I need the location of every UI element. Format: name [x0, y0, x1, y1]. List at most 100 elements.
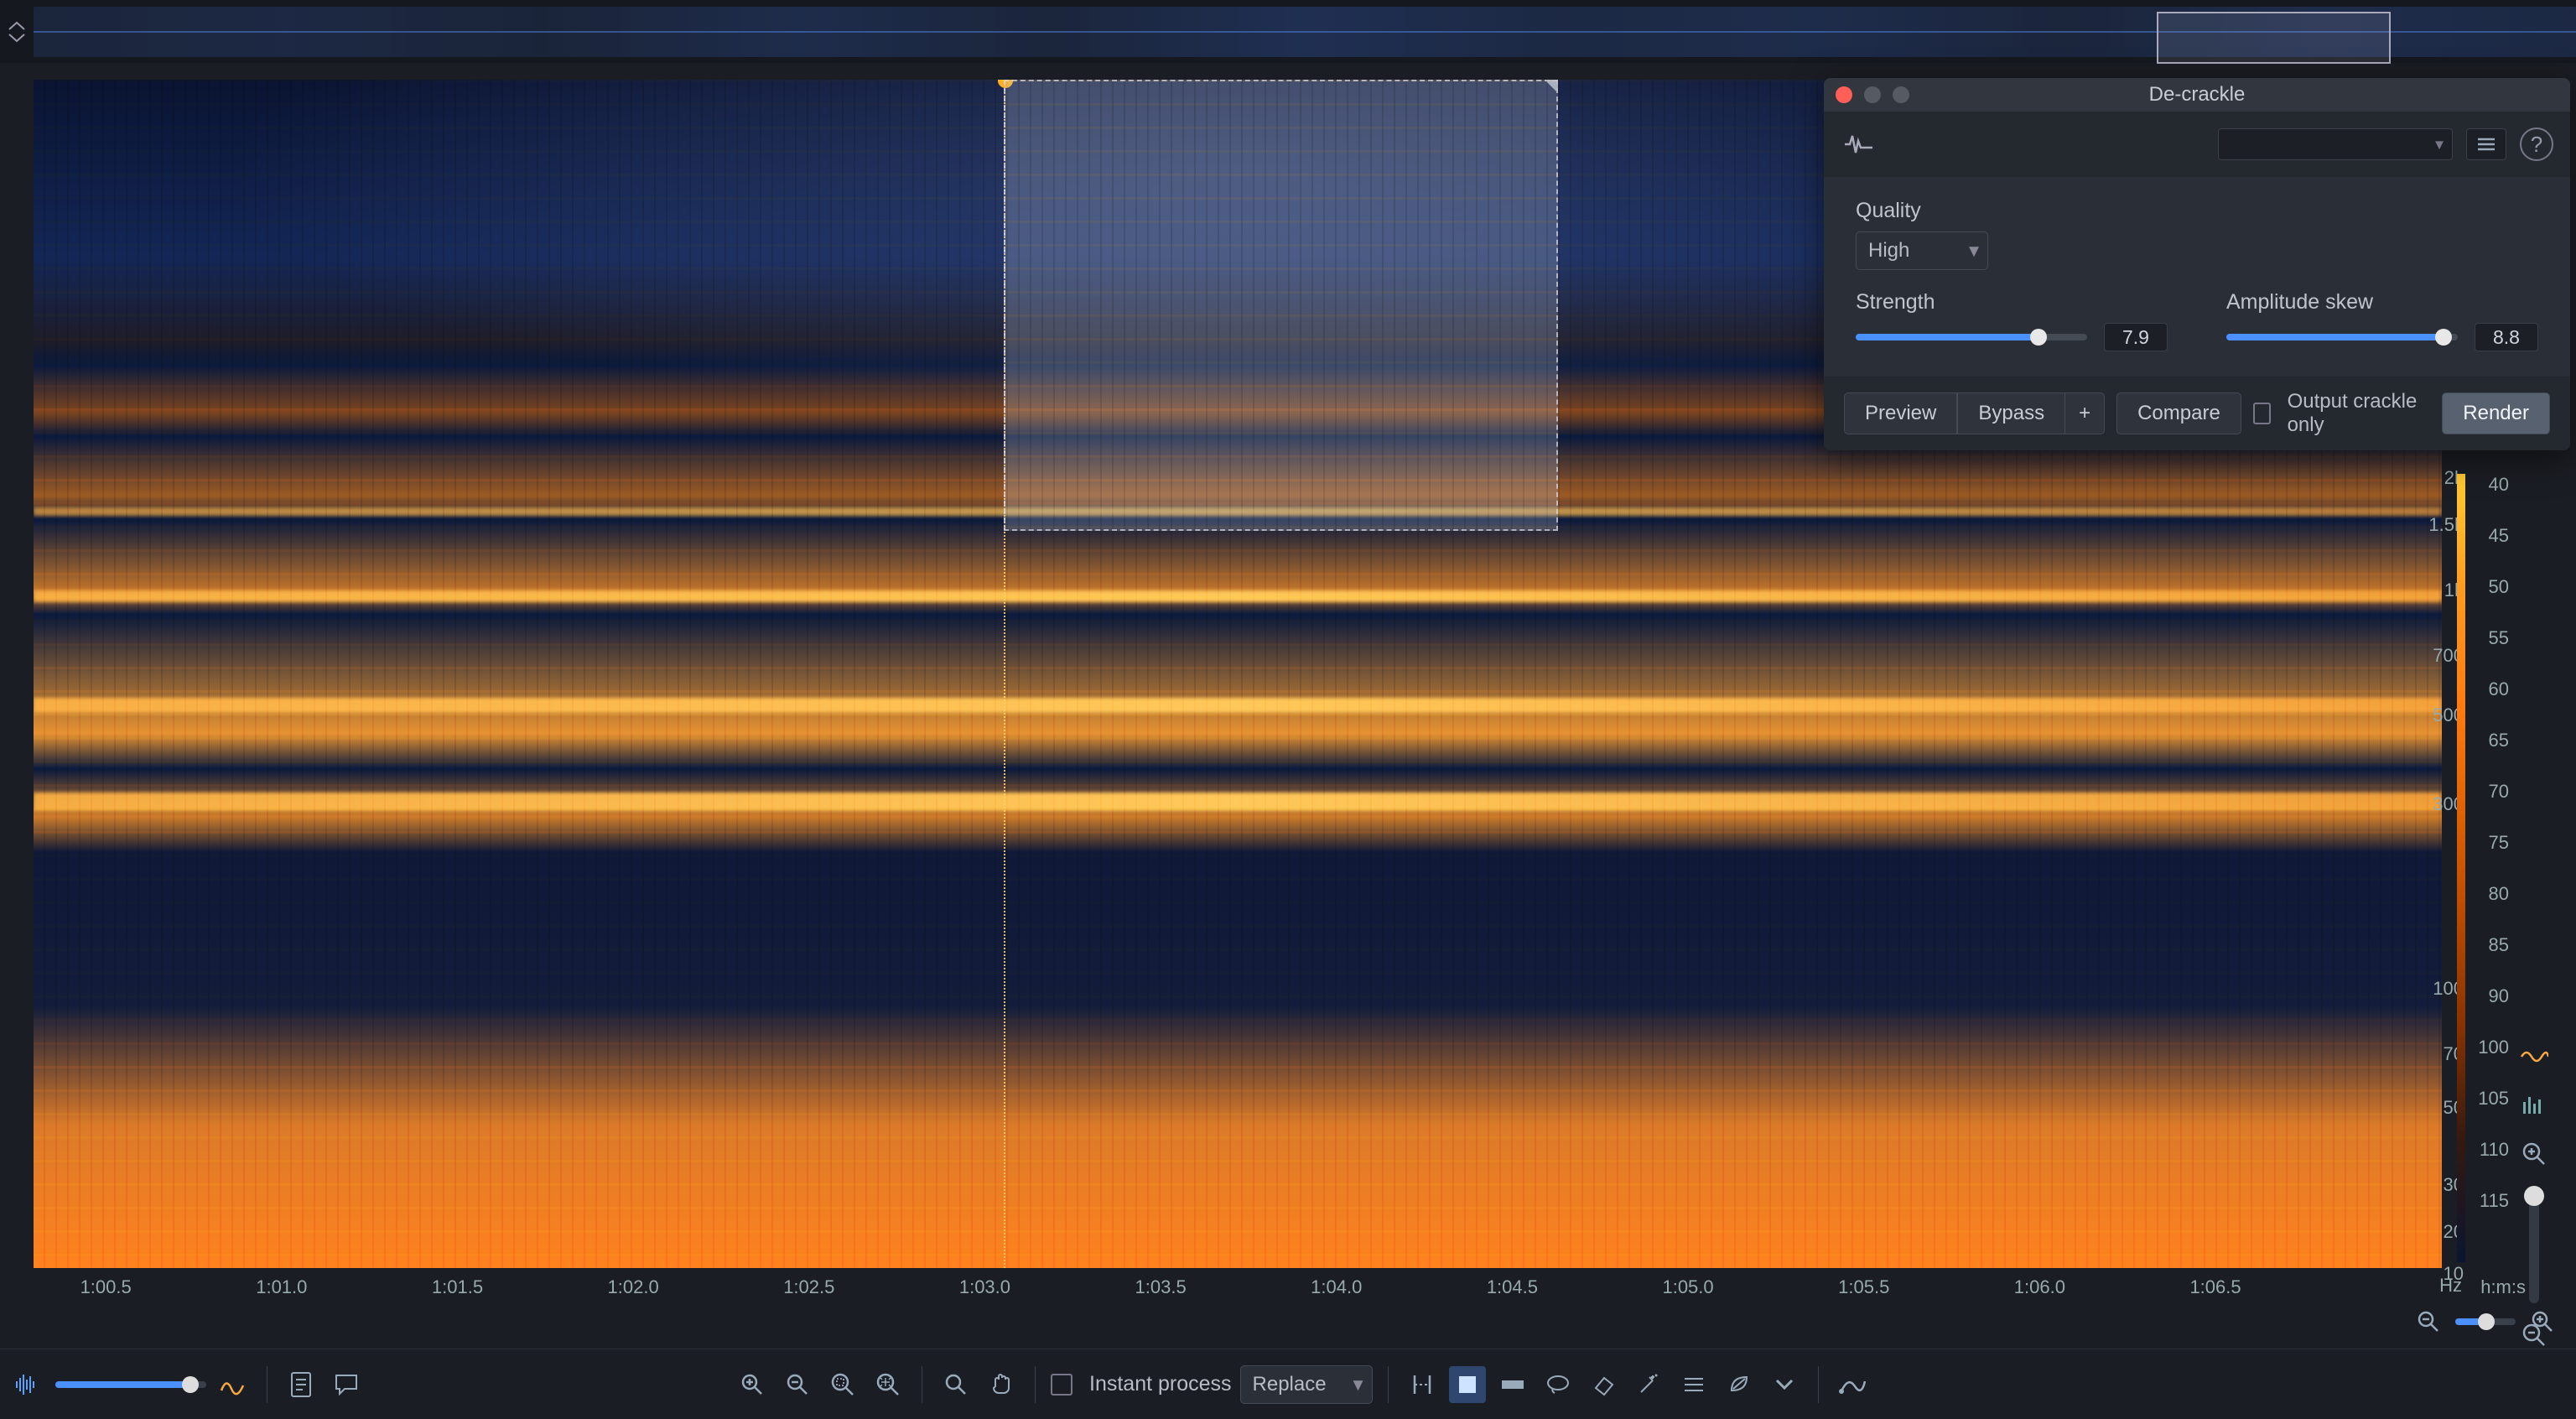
- add-tab-button[interactable]: +: [2065, 392, 2105, 434]
- chevron-down-icon[interactable]: [1766, 1366, 1803, 1403]
- strength-slider[interactable]: [1856, 334, 2087, 340]
- time-tick: 1:02.5: [783, 1276, 834, 1298]
- overview-bar: [0, 0, 2576, 63]
- time-select-tool-icon[interactable]: [1404, 1366, 1441, 1403]
- amplitude-skew-slider[interactable]: [2226, 334, 2458, 340]
- dialog-body: Quality High Strength 7.9 Amplitude skew: [1824, 177, 2570, 377]
- preset-select[interactable]: [2218, 128, 2453, 160]
- process-mode-value: Replace: [1253, 1373, 1327, 1396]
- module-icon: [1841, 126, 1877, 163]
- traffic-lights: [1836, 86, 1909, 103]
- spectro-mode-icon[interactable]: [215, 1366, 252, 1403]
- time-tick: 1:04.0: [1311, 1276, 1362, 1298]
- instant-process-label: Instant process: [1089, 1372, 1232, 1396]
- db-tick: 115: [2467, 1190, 2509, 1241]
- db-tick: 80: [2467, 883, 2509, 934]
- output-crackle-checkbox[interactable]: [2253, 403, 2271, 424]
- quality-select[interactable]: High: [1856, 231, 1988, 270]
- dialog-footer: Preview Bypass + Compare Output crackle …: [1824, 377, 2570, 450]
- bypass-button[interactable]: Bypass: [1957, 392, 2065, 434]
- vertical-zoom-slider[interactable]: [2529, 1186, 2539, 1303]
- playhead-marker-icon[interactable]: [998, 80, 1013, 88]
- opacity-slider[interactable]: [55, 1381, 206, 1388]
- zoom-selection-icon[interactable]: [824, 1366, 861, 1403]
- selection-box[interactable]: [1004, 80, 1558, 531]
- freq-time-select-tool-icon[interactable]: [1449, 1366, 1486, 1403]
- harmonic-select-icon[interactable]: [1675, 1366, 1712, 1403]
- leaf-tool-icon[interactable]: [1721, 1366, 1758, 1403]
- preview-button[interactable]: Preview: [1844, 392, 1957, 434]
- time-tick: 1:04.5: [1487, 1276, 1538, 1298]
- wave-mode-icon[interactable]: [2517, 1040, 2551, 1073]
- draw-curve-tool-icon[interactable]: [1834, 1366, 1871, 1403]
- zoom-in-icon[interactable]: [734, 1366, 771, 1403]
- time-tick: 1:05.5: [1838, 1276, 1889, 1298]
- horizontal-zoom-slider[interactable]: [2455, 1318, 2516, 1325]
- playhead[interactable]: [1004, 80, 1005, 1268]
- dialog-titlebar[interactable]: De-crackle: [1824, 78, 2570, 112]
- preset-menu-icon[interactable]: [2466, 128, 2506, 160]
- strength-label: Strength: [1856, 290, 2168, 314]
- db-tick: 55: [2467, 627, 2509, 678]
- dialog-title: De-crackle: [2149, 83, 2246, 107]
- time-tick: 1:01.0: [256, 1276, 307, 1298]
- amplitude-skew-label: Amplitude skew: [2226, 290, 2538, 314]
- db-tick: 85: [2467, 934, 2509, 985]
- comment-icon[interactable]: [328, 1366, 365, 1403]
- output-crackle-label: Output crackle only: [2288, 390, 2419, 437]
- time-ruler: h:m:s 1:00.51:01.01:01.51:02.01:02.51:03…: [34, 1276, 2442, 1310]
- db-tick: 100: [2467, 1037, 2509, 1088]
- zoom-fit-icon[interactable]: [870, 1366, 906, 1403]
- strength-value[interactable]: 7.9: [2104, 323, 2168, 351]
- zoom-in-vertical-icon[interactable]: [2517, 1137, 2551, 1171]
- wand-tool-icon[interactable]: [1630, 1366, 1667, 1403]
- time-tick: 1:06.0: [2014, 1276, 2065, 1298]
- time-tick: 1:00.5: [80, 1276, 132, 1298]
- selection-handle-tr[interactable]: [1545, 80, 1558, 93]
- eraser-tool-icon[interactable]: [1585, 1366, 1622, 1403]
- hand-tool-icon[interactable]: [983, 1366, 1020, 1403]
- db-tick: 110: [2467, 1139, 2509, 1190]
- time-tick: 1:02.0: [608, 1276, 659, 1298]
- time-tick: 1:03.0: [959, 1276, 1010, 1298]
- instant-process-checkbox[interactable]: [1051, 1374, 1072, 1396]
- time-tick: 1:05.0: [1662, 1276, 1713, 1298]
- bars-mode-icon[interactable]: [2517, 1089, 2551, 1122]
- bottom-toolbar: Instant process Replace: [0, 1349, 2576, 1419]
- db-ruler: 4045505560657075808590100105110115: [2467, 474, 2509, 1241]
- db-tick: 50: [2467, 576, 2509, 627]
- db-tick: 60: [2467, 678, 2509, 730]
- help-icon[interactable]: ?: [2520, 127, 2553, 161]
- minimize-window-icon[interactable]: [1864, 86, 1881, 103]
- decrackle-dialog: De-crackle ? Quality High Strength: [1824, 78, 2570, 450]
- db-tick: 65: [2467, 730, 2509, 781]
- waveform-overview[interactable]: [34, 7, 2576, 57]
- close-window-icon[interactable]: [1836, 86, 1852, 103]
- quality-value: High: [1868, 239, 1909, 262]
- db-tick: 75: [2467, 832, 2509, 883]
- collapse-overview-toggle[interactable]: [0, 0, 34, 63]
- db-tick: 70: [2467, 781, 2509, 832]
- quality-label: Quality: [1856, 199, 2538, 223]
- freq-select-tool-icon[interactable]: [1494, 1366, 1531, 1403]
- viewport-indicator[interactable]: [2157, 12, 2391, 64]
- compare-button[interactable]: Compare: [2116, 392, 2241, 434]
- time-unit-label: h:m:s: [2480, 1276, 2526, 1298]
- db-tick: 45: [2467, 525, 2509, 576]
- lasso-tool-icon[interactable]: [1540, 1366, 1576, 1403]
- dialog-toolbar: ?: [1824, 112, 2570, 177]
- render-button[interactable]: Render: [2442, 392, 2550, 434]
- zoom-in-horizontal-icon[interactable]: [2524, 1303, 2561, 1340]
- audio-signal-icon[interactable]: [10, 1366, 47, 1403]
- amplitude-skew-value[interactable]: 8.8: [2475, 323, 2538, 351]
- zoom-tool-icon[interactable]: [937, 1366, 974, 1403]
- intensity-colorbar: [2457, 474, 2465, 1262]
- db-tick: 40: [2467, 474, 2509, 525]
- maximize-window-icon[interactable]: [1893, 86, 1909, 103]
- time-tick: 1:03.5: [1135, 1276, 1187, 1298]
- db-tick: 105: [2467, 1088, 2509, 1139]
- freq-tick: 10: [2444, 1263, 2464, 1285]
- notes-icon[interactable]: [283, 1366, 319, 1403]
- process-mode-select[interactable]: Replace: [1240, 1365, 1373, 1404]
- zoom-out-icon[interactable]: [779, 1366, 816, 1403]
